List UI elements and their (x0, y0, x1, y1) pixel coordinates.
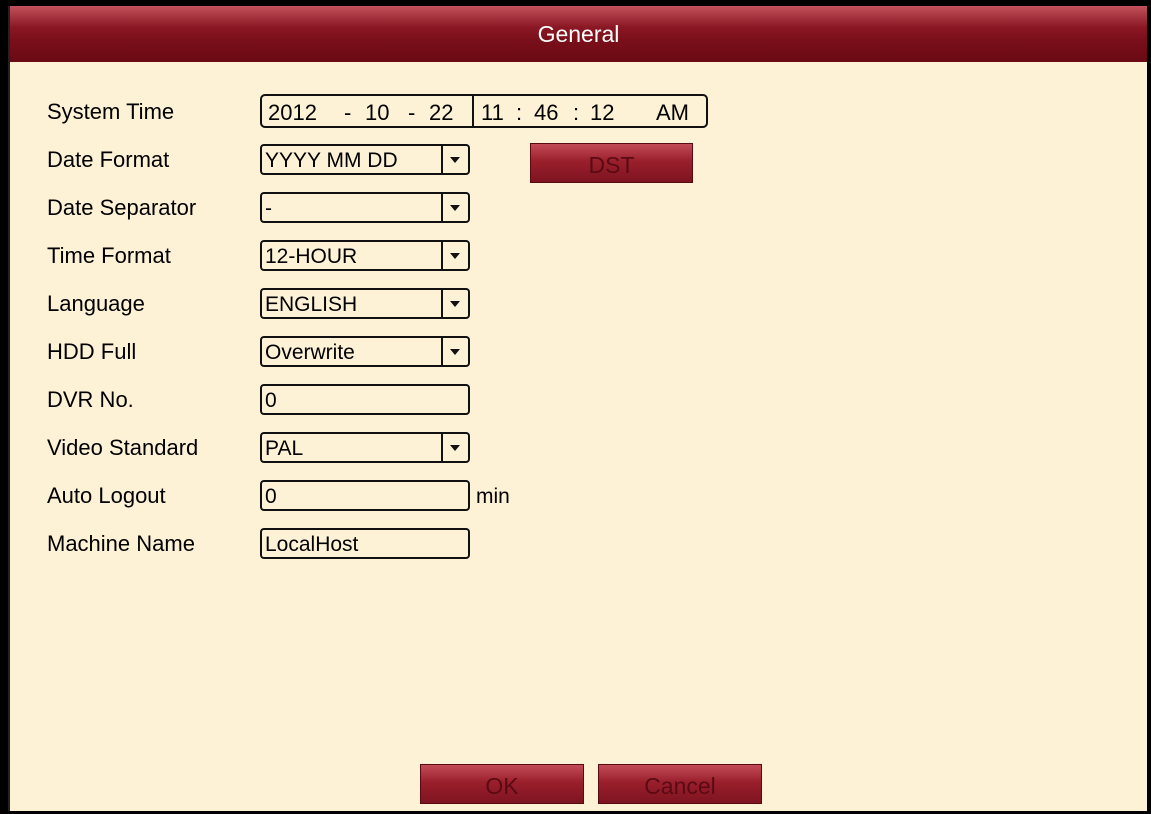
date-format-select[interactable]: YYYY MM DD (260, 144, 470, 175)
language-value: ENGLISH (265, 293, 358, 316)
auto-logout-unit: min (476, 485, 510, 508)
date-sep-2: - (408, 100, 416, 125)
dvr-no-value: 0 (265, 389, 277, 412)
chevron-down-icon[interactable] (441, 242, 468, 269)
time-format-select[interactable]: 12-HOUR (260, 240, 470, 271)
date-format-label: Date Format (47, 147, 170, 172)
video-standard-label: Video Standard (47, 435, 199, 460)
machine-name-value: LocalHost (265, 533, 359, 556)
date-format-value: YYYY MM DD (265, 149, 398, 172)
time-colon-1: : (516, 100, 523, 125)
title-bar: General (10, 6, 1147, 62)
second-segment[interactable]: 12 (590, 100, 614, 126)
date-time-divider (472, 96, 474, 126)
system-time-field[interactable]: 2012 - 10 - 22 11 : 46 : 12 AM (260, 94, 708, 128)
minute-segment[interactable]: 46 (534, 100, 558, 126)
chevron-down-icon[interactable] (441, 338, 468, 365)
window-title: General (537, 21, 620, 47)
hdd-full-label: HDD Full (47, 339, 137, 364)
video-standard-select[interactable]: PAL (260, 432, 470, 463)
chevron-down-icon[interactable] (441, 434, 468, 461)
language-label: Language (47, 291, 145, 316)
dvr-no-input[interactable]: 0 (260, 384, 470, 415)
machine-name-input[interactable]: LocalHost (260, 528, 470, 559)
general-settings-window: General System Time 2012 - 10 - 22 11 : … (8, 6, 1147, 811)
chevron-down-icon[interactable] (441, 146, 468, 173)
dvr-no-label: DVR No. (47, 387, 134, 412)
hour-segment[interactable]: 11 (481, 100, 504, 126)
date-separator-label: Date Separator (47, 195, 197, 220)
chevron-down-icon[interactable] (441, 194, 468, 221)
year-segment[interactable]: 2012 (268, 100, 317, 126)
month-segment[interactable]: 10 (365, 100, 389, 126)
time-format-label: Time Format (47, 243, 171, 268)
ampm-segment[interactable]: AM (656, 100, 689, 126)
date-separator-select[interactable]: - (260, 192, 470, 223)
dst-button[interactable]: DST (530, 143, 693, 183)
date-separator-value: - (265, 197, 272, 220)
auto-logout-input[interactable]: 0 (260, 480, 470, 511)
day-segment[interactable]: 22 (429, 100, 453, 126)
language-select[interactable]: ENGLISH (260, 288, 470, 319)
video-standard-value: PAL (265, 437, 304, 460)
time-format-value: 12-HOUR (265, 245, 358, 268)
auto-logout-value: 0 (265, 485, 277, 508)
date-sep-1: - (344, 100, 352, 125)
hdd-full-value: Overwrite (265, 341, 355, 364)
cancel-button[interactable]: Cancel (598, 764, 762, 804)
time-colon-2: : (573, 100, 580, 125)
auto-logout-label: Auto Logout (47, 483, 166, 508)
ok-button[interactable]: OK (420, 764, 584, 804)
system-time-label: System Time (47, 99, 175, 124)
chevron-down-icon[interactable] (441, 290, 468, 317)
hdd-full-select[interactable]: Overwrite (260, 336, 470, 367)
machine-name-label: Machine Name (47, 531, 195, 556)
